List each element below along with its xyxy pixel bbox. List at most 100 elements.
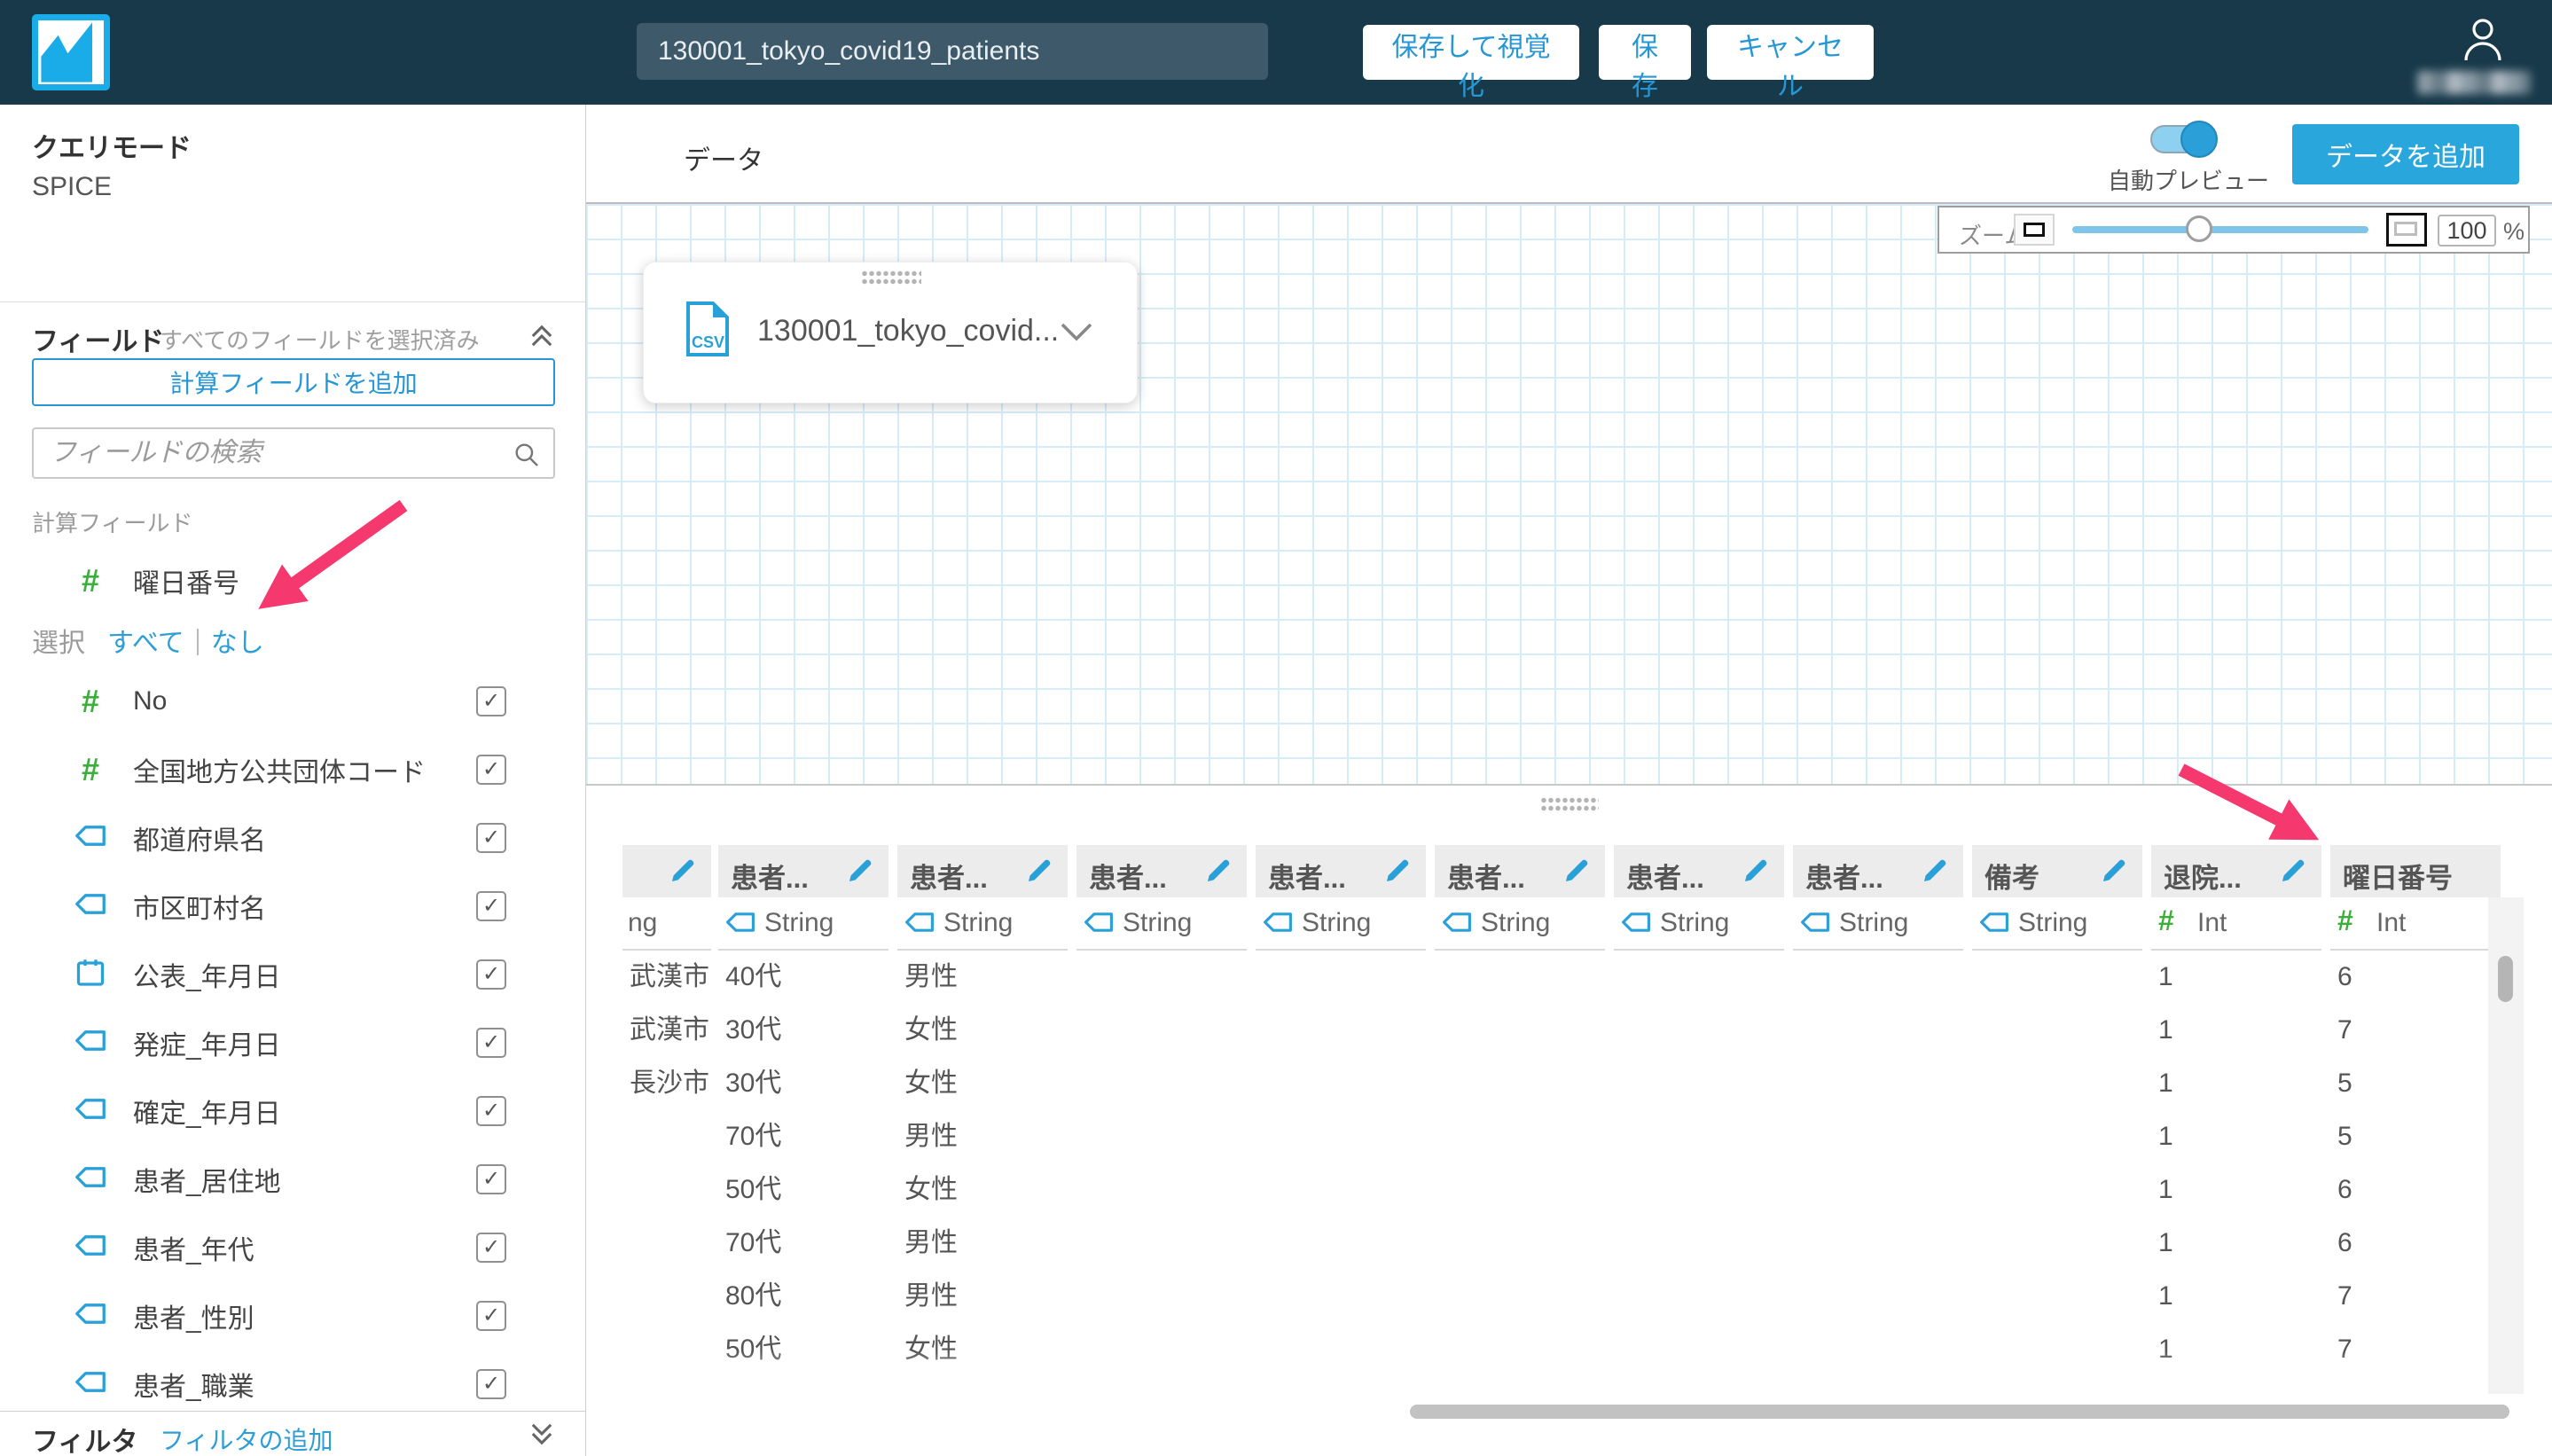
field-checkbox[interactable]: ✓ xyxy=(476,1027,506,1058)
field-checkbox[interactable]: ✓ xyxy=(476,1095,506,1126)
field-checkbox[interactable]: ✓ xyxy=(476,1163,506,1194)
zoom-minimap-icon[interactable] xyxy=(2014,214,2055,246)
column-header[interactable]: 患者... xyxy=(1793,845,1963,897)
column-header[interactable]: 患者... xyxy=(1076,845,1247,897)
field-checkbox[interactable]: ✓ xyxy=(476,959,506,990)
zoom-slider-knob[interactable] xyxy=(2186,215,2212,242)
field-row-No[interactable]: # No ✓ xyxy=(0,667,585,735)
flow-canvas[interactable]: ズーム 100 % CSV 130001_tokyo_covid... xyxy=(586,204,2552,786)
save-and-visualize-button[interactable]: 保存して視覚化 xyxy=(1363,25,1579,101)
select-none-link[interactable]: なし xyxy=(211,629,264,658)
dataset-node[interactable]: CSV 130001_tokyo_covid... xyxy=(643,262,1138,403)
user-menu[interactable] xyxy=(2408,12,2532,98)
horizontal-scrollbar-thumb[interactable] xyxy=(1410,1405,2509,1419)
save-button[interactable]: 保存 xyxy=(1599,25,1691,101)
column-header[interactable]: 退院... xyxy=(2151,845,2321,897)
edit-column-icon[interactable] xyxy=(1025,857,1053,889)
column-header[interactable]: 患者... xyxy=(718,845,889,897)
quicksight-logo-icon[interactable] xyxy=(32,14,110,90)
column-header[interactable]: 備考 xyxy=(1972,845,2142,897)
field-row-発症_年月日[interactable]: 発症_年月日 ✓ xyxy=(0,1008,585,1076)
numeric-field-icon: # xyxy=(81,561,100,599)
zoom-slider[interactable] xyxy=(2072,215,2368,242)
vertical-scrollbar-thumb[interactable] xyxy=(2498,956,2513,1002)
column-type-row: String xyxy=(1076,897,1247,951)
svg-text:CSV: CSV xyxy=(692,333,724,351)
column-header[interactable] xyxy=(622,845,711,897)
cancel-button[interactable]: キャンセル xyxy=(1707,25,1874,101)
table-column-患者...: 患者... String xyxy=(1614,845,1784,1394)
field-search-input[interactable] xyxy=(50,431,502,475)
edit-column-icon[interactable] xyxy=(2279,857,2307,889)
field-row-確定_年月日[interactable]: 確定_年月日 ✓ xyxy=(0,1076,585,1145)
table-cell xyxy=(1256,1110,1426,1163)
field-checkbox[interactable]: ✓ xyxy=(476,1232,506,1263)
edit-column-icon[interactable] xyxy=(2100,857,2128,889)
add-filter-link[interactable]: フィルタの追加 xyxy=(160,1421,333,1456)
column-header-label: 患者... xyxy=(1805,863,1883,894)
column-type-row: String xyxy=(718,897,889,951)
table-cell xyxy=(1435,1270,1605,1323)
column-header[interactable]: 患者... xyxy=(897,845,1068,897)
field-row-患者_職業[interactable]: 患者_職業 ✓ xyxy=(0,1350,585,1411)
column-header[interactable]: 患者... xyxy=(1256,845,1426,897)
table-cell: 40代 xyxy=(725,962,782,991)
table-cell xyxy=(622,1110,711,1163)
add-calculated-field-button[interactable]: 計算フィールドを追加 xyxy=(32,358,555,406)
field-row-全国地方公共団体コード[interactable]: # 全国地方公共団体コード ✓ xyxy=(0,735,585,803)
edit-column-icon[interactable] xyxy=(1742,857,1770,889)
edit-column-icon[interactable] xyxy=(1921,857,1949,889)
column-header[interactable]: 患者... xyxy=(1614,845,1784,897)
select-all-link[interactable]: すべて xyxy=(107,629,184,658)
auto-preview-toggle[interactable] xyxy=(2150,121,2218,158)
table-cell: 武漢市 xyxy=(630,962,709,991)
search-icon[interactable] xyxy=(513,441,541,474)
table-cell: 1 xyxy=(2158,1281,2173,1311)
panel-resize-handle-icon[interactable] xyxy=(1540,796,1599,811)
table-cell: 女性 xyxy=(904,1015,958,1045)
table-cell-partial xyxy=(1076,1376,1247,1394)
collapse-section-icon[interactable] xyxy=(527,321,557,356)
edit-column-icon[interactable] xyxy=(846,857,874,889)
field-checkbox[interactable]: ✓ xyxy=(476,754,506,785)
expand-section-icon[interactable] xyxy=(527,1419,557,1453)
field-row-公表_年月日[interactable]: 公表_年月日 ✓ xyxy=(0,940,585,1008)
field-checkbox[interactable]: ✓ xyxy=(476,890,506,921)
zoom-fit-icon[interactable] xyxy=(2386,213,2427,247)
table-cell: 女性 xyxy=(904,1175,958,1204)
field-checkbox[interactable]: ✓ xyxy=(476,822,506,853)
table-cell xyxy=(1972,1110,2142,1163)
string-type-icon xyxy=(1979,912,2009,937)
zoom-percent-value[interactable]: 100 xyxy=(2438,215,2496,247)
field-checkbox[interactable]: ✓ xyxy=(476,1368,506,1399)
select-row: 選択 すべて なし xyxy=(32,621,264,658)
drag-handle-icon[interactable] xyxy=(861,270,921,285)
data-tab-label: データ xyxy=(684,146,763,176)
table-cell xyxy=(1076,951,1247,1004)
column-header-label: 患者... xyxy=(1447,863,1525,894)
field-checkbox[interactable]: ✓ xyxy=(476,685,506,716)
add-data-button[interactable]: データを追加 xyxy=(2292,124,2519,184)
edit-column-icon[interactable] xyxy=(669,857,697,889)
field-row-患者_年代[interactable]: 患者_年代 ✓ xyxy=(0,1213,585,1281)
vertical-scrollbar[interactable] xyxy=(2488,897,2524,1394)
table-cell: 30代 xyxy=(725,1015,782,1045)
field-checkbox[interactable]: ✓ xyxy=(476,1300,506,1331)
edit-column-icon[interactable] xyxy=(1562,857,1591,889)
table-cell: 1 xyxy=(2158,1175,2173,1204)
string-type-icon xyxy=(1442,912,1472,937)
chevron-down-icon[interactable] xyxy=(1059,321,1094,347)
calc-field-row-曜日番号[interactable]: # 曜日番号 xyxy=(0,546,585,614)
dataset-name-input[interactable] xyxy=(637,23,1268,80)
field-row-患者_性別[interactable]: 患者_性別 ✓ xyxy=(0,1281,585,1350)
column-header[interactable]: 患者... xyxy=(1435,845,1605,897)
column-header[interactable]: 曜日番号 xyxy=(2330,845,2501,897)
edit-column-icon[interactable] xyxy=(1383,857,1412,889)
field-row-市区町村名[interactable]: 市区町村名 ✓ xyxy=(0,872,585,940)
table-cell xyxy=(1793,1057,1963,1110)
table-cell xyxy=(1793,1110,1963,1163)
numeric-field-icon: # xyxy=(81,750,100,787)
field-row-都道府県名[interactable]: 都道府県名 ✓ xyxy=(0,803,585,872)
field-row-患者_居住地[interactable]: 患者_居住地 ✓ xyxy=(0,1145,585,1213)
edit-column-icon[interactable] xyxy=(1204,857,1233,889)
